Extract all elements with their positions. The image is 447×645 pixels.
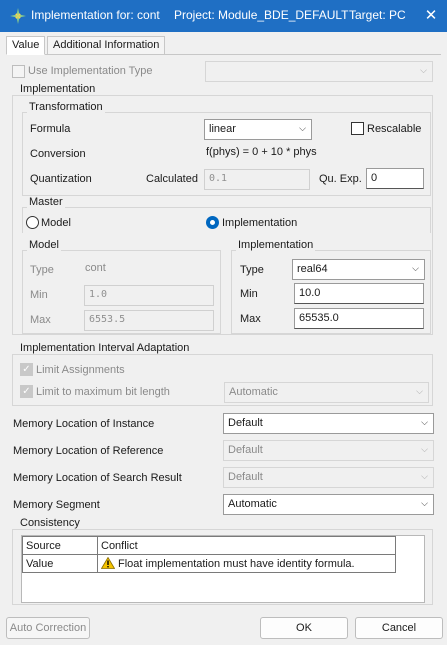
memory-search-value: Default xyxy=(228,471,263,483)
implementation-type-select[interactable]: ⌵ xyxy=(205,61,433,82)
master-group-title: Master xyxy=(27,196,65,208)
implementation-max-field[interactable]: 65535.0 xyxy=(294,308,424,329)
chevron-down-icon: ⌵ xyxy=(421,417,428,427)
master-model-label: Model xyxy=(41,217,71,229)
model-min-label: Min xyxy=(30,289,48,301)
calculated-field: 0.1 xyxy=(204,169,310,190)
memory-instance-select[interactable]: Default ⌵ xyxy=(223,413,434,434)
memory-search-select[interactable]: Default ⌵ xyxy=(223,467,434,488)
implementation-details-title: Implementation xyxy=(236,239,316,251)
implementation-type-dropdown[interactable]: real64 ⌵ xyxy=(292,259,425,280)
ok-button[interactable]: OK xyxy=(260,617,348,639)
model-type-value: cont xyxy=(85,262,106,274)
row-conflict-text: Float implementation must have identity … xyxy=(118,558,355,570)
memory-instance-label: Memory Location of Instance xyxy=(13,418,155,430)
memory-segment-label: Memory Segment xyxy=(13,499,100,511)
column-header-conflict[interactable]: Conflict xyxy=(97,536,396,555)
master-implementation-radio[interactable] xyxy=(206,216,219,229)
chevron-down-icon: ⌵ xyxy=(421,471,428,481)
row-source: Value xyxy=(22,554,98,573)
window-target: Target: PC xyxy=(349,8,406,22)
rescalable-checkbox[interactable] xyxy=(351,122,364,135)
rescalable-label: Rescalable xyxy=(367,123,422,135)
calculated-label: Calculated xyxy=(146,173,198,185)
model-min-field: 1.0 xyxy=(84,285,214,306)
formula-label: Formula xyxy=(30,123,71,135)
close-icon[interactable]: ✕ xyxy=(419,4,443,28)
memory-segment-select[interactable]: Automatic ⌵ xyxy=(223,494,434,515)
consistency-table: Source Conflict Value Float implementati… xyxy=(22,536,396,573)
use-implementation-type-checkbox[interactable] xyxy=(12,65,25,78)
consistency-table-container: Source Conflict Value Float implementati… xyxy=(21,535,425,603)
conversion-value: f(phys) = 0 + 10 * phys xyxy=(206,146,317,158)
model-max-label: Max xyxy=(30,314,51,326)
cancel-button[interactable]: Cancel xyxy=(355,617,443,639)
model-max-field: 6553.5 xyxy=(84,310,214,331)
implementation-min-label: Min xyxy=(240,288,258,300)
chevron-down-icon: ⌵ xyxy=(420,65,427,75)
memory-reference-value: Default xyxy=(228,444,263,456)
implementation-type-value: real64 xyxy=(297,263,328,275)
transformation-group-title: Transformation xyxy=(27,101,105,113)
model-group-title: Model xyxy=(27,239,61,251)
table-row[interactable]: Value Float implementation must have ide… xyxy=(22,554,396,573)
master-model-radio[interactable] xyxy=(26,216,39,229)
limit-bit-length-select[interactable]: Automatic ⌵ xyxy=(224,382,429,403)
chevron-down-icon: ⌵ xyxy=(421,444,428,454)
implementation-type-label: Type xyxy=(240,264,264,276)
memory-instance-value: Default xyxy=(228,417,263,429)
formula-select[interactable]: linear ⌵ xyxy=(204,119,312,140)
row-conflict-cell: Float implementation must have identity … xyxy=(97,554,396,573)
window-project: Project: Module_BDE_DEFAULT xyxy=(174,8,349,22)
chevron-down-icon: ⌵ xyxy=(299,123,306,133)
limit-bit-length-label: Limit to maximum bit length xyxy=(36,386,170,398)
conversion-label: Conversion xyxy=(30,148,86,160)
qu-exp-label: Qu. Exp. xyxy=(319,173,362,185)
memory-search-label: Memory Location of Search Result xyxy=(13,472,182,484)
use-implementation-type-label: Use Implementation Type xyxy=(28,65,153,77)
model-type-label: Type xyxy=(30,264,54,276)
app-icon xyxy=(10,8,26,24)
qu-exp-field[interactable]: 0 xyxy=(366,168,424,189)
chevron-down-icon: ⌵ xyxy=(412,263,419,273)
consistency-group-title: Consistency xyxy=(18,517,82,529)
memory-reference-label: Memory Location of Reference xyxy=(13,445,164,457)
memory-segment-value: Automatic xyxy=(228,498,277,510)
auto-correction-button[interactable]: Auto Correction xyxy=(6,617,90,639)
master-implementation-label: Implementation xyxy=(222,217,298,229)
implementation-max-label: Max xyxy=(240,313,261,325)
limit-assignments-checkbox[interactable]: ✓ xyxy=(20,363,33,376)
column-header-source[interactable]: Source xyxy=(22,536,98,555)
chevron-down-icon: ⌵ xyxy=(421,498,428,508)
tab-additional-information[interactable]: Additional Information xyxy=(47,36,166,55)
implementation-group-title: Implementation xyxy=(18,83,98,95)
tab-value[interactable]: Value xyxy=(6,36,46,55)
quantization-label: Quantization xyxy=(30,173,92,185)
warning-icon xyxy=(100,556,116,569)
formula-value: linear xyxy=(209,123,236,135)
limit-assignments-label: Limit Assignments xyxy=(36,364,125,376)
title-bar: Implementation for: cont Project: Module… xyxy=(0,0,447,32)
limit-bit-length-value: Automatic xyxy=(229,386,278,398)
limit-bit-length-checkbox[interactable]: ✓ xyxy=(20,385,33,398)
implementation-min-field[interactable]: 10.0 xyxy=(294,283,424,304)
window-title: Implementation for: cont xyxy=(31,8,160,22)
chevron-down-icon: ⌵ xyxy=(416,386,423,396)
memory-reference-select[interactable]: Default ⌵ xyxy=(223,440,434,461)
interval-group-title: Implementation Interval Adaptation xyxy=(18,342,192,354)
